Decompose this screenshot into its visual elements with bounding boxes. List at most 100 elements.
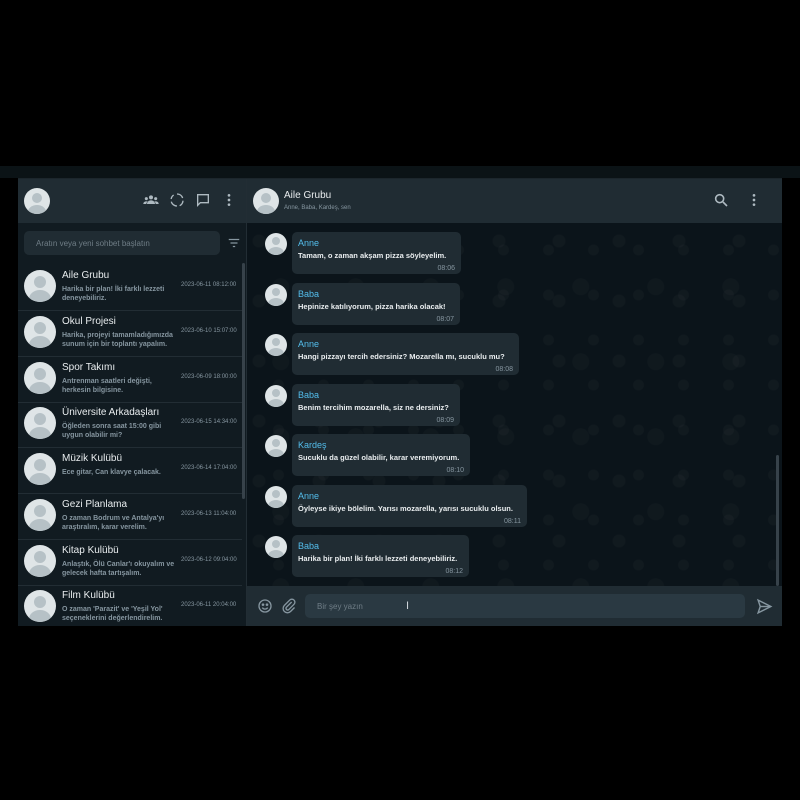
chat-time: 2023-06-11 20:04:00: [181, 602, 237, 608]
menu-icon[interactable]: [220, 191, 238, 209]
message-bubble[interactable]: Baba Benim tercihim mozarella, siz ne de…: [292, 384, 460, 426]
chat-time: 2023-06-11 08:12:00: [181, 282, 237, 288]
chat-item-muzik-kulubu[interactable]: Müzik Kulübü Ece gitar, Can klavye çalac…: [18, 448, 242, 494]
message-bubble[interactable]: Baba Harika bir plan! İki farklı lezzeti…: [292, 535, 469, 577]
message-sender: Anne: [298, 491, 320, 501]
chat-name: Okul Projesi: [62, 316, 116, 327]
message-text: Öyleyse ikiye bölelim. Yarısı mozarella,…: [298, 504, 513, 513]
avatar: [265, 385, 287, 407]
message-time: 08:06: [437, 265, 455, 272]
search-icon[interactable]: [712, 191, 730, 209]
conversation-header[interactable]: Aile Grubu Anne, Baba, Kardeş, sen: [247, 179, 782, 223]
chat-name: Kitap Kulübü: [62, 545, 119, 556]
message: Baba Hepinize katılıyorum, pizza harika …: [247, 274, 782, 325]
search-input[interactable]: [24, 231, 220, 255]
conversation-participants: Anne, Baba, Kardeş, sen: [284, 205, 351, 211]
avatar: [265, 486, 287, 508]
message-time: 08:12: [445, 568, 463, 575]
avatar: [24, 590, 56, 622]
message-sender: Anne: [298, 339, 320, 349]
chat-item-gezi-planlama[interactable]: Gezi Planlama O zaman Bodrum ve Antalya'…: [18, 494, 242, 540]
message-bubble[interactable]: Anne Öyleyse ikiye bölelim. Yarısı mozar…: [292, 485, 527, 527]
chat-time: 2023-06-15 14:34:00: [181, 419, 237, 425]
message-sender: Baba: [298, 289, 320, 299]
message-area: Anne Tamam, o zaman akşam pizza söyleyel…: [247, 223, 782, 586]
avatar: [24, 545, 56, 577]
message-bubble[interactable]: Kardeş Sucuklu da güzel olabilir, karar …: [292, 434, 470, 476]
chat-time: 2023-06-09 18:00:00: [181, 374, 237, 380]
chat-name: Spor Takımı: [62, 362, 116, 373]
message-text: Sucuklu da güzel olabilir, karar veremiy…: [298, 453, 460, 462]
avatar: [24, 407, 56, 439]
avatar: [24, 499, 56, 531]
chat-preview: Anlaştık, Ölü Canlar'ı okuyalım ve gelec…: [62, 561, 175, 577]
conversation-title: Aile Grubu: [284, 190, 332, 201]
message-time: 08:08: [495, 366, 513, 373]
chat-preview: Öğleden sonra saat 15:00 gibi uygun olab…: [62, 423, 162, 439]
group-avatar[interactable]: [253, 188, 279, 214]
message-bubble[interactable]: Baba Hepinize katılıyorum, pizza harika …: [292, 283, 460, 325]
avatar: [265, 536, 287, 558]
message-text: Benim tercihim mozarella, siz ne dersini…: [298, 403, 449, 412]
message-text: Hangi pizzayı tercih edersiniz? Mozarell…: [298, 352, 505, 361]
message-time: 08:09: [436, 417, 454, 424]
composer: I: [247, 586, 782, 626]
emoji-icon[interactable]: [256, 597, 274, 615]
chat-item-kitap-kulubu[interactable]: Kitap Kulübü Anlaştık, Ölü Canlar'ı okuy…: [18, 540, 242, 586]
message-input[interactable]: [305, 594, 745, 618]
chat-item-okul-projesi[interactable]: Okul Projesi Harika, projeyi tamamladığı…: [18, 311, 242, 357]
chat-name: Film Kulübü: [62, 590, 115, 601]
avatar: [265, 233, 287, 255]
message: Anne Tamam, o zaman akşam pizza söyleyel…: [247, 223, 782, 274]
chat-preview: Harika, projeyi tamamladığımızda sunum i…: [62, 332, 173, 348]
sidebar: Aile Grubu Harika bir plan! İki farklı l…: [18, 179, 247, 626]
send-icon[interactable]: [755, 597, 773, 615]
chat-name: Aile Grubu: [62, 270, 110, 281]
message-sender: Baba: [298, 541, 320, 551]
chat-preview: Antrenman saatleri değişti, herkesin bil…: [62, 378, 152, 394]
avatar: [24, 270, 56, 302]
avatar: [24, 453, 56, 485]
attach-icon[interactable]: [280, 597, 298, 615]
chat-time: 2023-06-14 17:04:00: [181, 465, 237, 471]
filter-icon[interactable]: [227, 236, 241, 250]
avatar: [265, 435, 287, 457]
chat-name: Müzik Kulübü: [62, 453, 123, 464]
chat-item-film-kulubu[interactable]: Film Kulübü O zaman 'Parazit' ve 'Yeşil …: [18, 585, 242, 626]
chat-time: 2023-06-12 09:04:00: [181, 557, 237, 563]
message-bubble[interactable]: Anne Hangi pizzayı tercih edersiniz? Moz…: [292, 333, 519, 375]
whatsapp-app: Aile Grubu Harika bir plan! İki farklı l…: [18, 178, 782, 626]
message-scrollbar[interactable]: [776, 455, 779, 586]
menu-icon[interactable]: [745, 191, 763, 209]
message-bubble[interactable]: Anne Tamam, o zaman akşam pizza söyleyel…: [292, 232, 461, 274]
chat-preview: Harika bir plan! İki farklı lezzeti dene…: [62, 286, 165, 302]
message: Anne Öyleyse ikiye bölelim. Yarısı mozar…: [247, 476, 782, 527]
chat-item-aile-grubu[interactable]: Aile Grubu Harika bir plan! İki farklı l…: [18, 265, 242, 311]
window-top-strip: [0, 166, 800, 178]
chat-list-scrollbar[interactable]: [242, 263, 245, 499]
avatar: [24, 362, 56, 394]
user-avatar[interactable]: [24, 188, 50, 214]
chat-time: 2023-06-13 11:04:00: [181, 511, 237, 517]
new-chat-icon[interactable]: [194, 191, 212, 209]
conversation-panel: Aile Grubu Anne, Baba, Kardeş, sen Anne …: [247, 179, 782, 626]
message: Kardeş Sucuklu da güzel olabilir, karar …: [247, 425, 782, 476]
message-time: 08:11: [504, 518, 521, 525]
sidebar-header: [18, 179, 246, 223]
chat-name: Üniversite Arkadaşları: [62, 407, 160, 418]
community-icon[interactable]: [142, 191, 160, 209]
chat-name: Gezi Planlama: [62, 499, 128, 510]
status-icon[interactable]: [168, 191, 186, 209]
avatar: [265, 284, 287, 306]
chat-item-universite-arkadaslari[interactable]: Üniversite Arkadaşları Öğleden sonra saa…: [18, 402, 242, 448]
message-sender: Kardeş: [298, 440, 327, 450]
chat-item-spor-takimi[interactable]: Spor Takımı Antrenman saatleri değişti, …: [18, 357, 242, 403]
avatar: [265, 334, 287, 356]
chat-list: Aile Grubu Harika bir plan! İki farklı l…: [18, 265, 246, 626]
chat-time: 2023-06-10 15:07:00: [181, 328, 237, 334]
message: Baba Benim tercihim mozarella, siz ne de…: [247, 375, 782, 426]
message: Anne Hangi pizzayı tercih edersiniz? Moz…: [247, 324, 782, 375]
message-time: 08:07: [436, 316, 454, 323]
message-time: 08:10: [446, 467, 464, 474]
message-text: Hepinize katılıyorum, pizza harika olaca…: [298, 302, 446, 311]
